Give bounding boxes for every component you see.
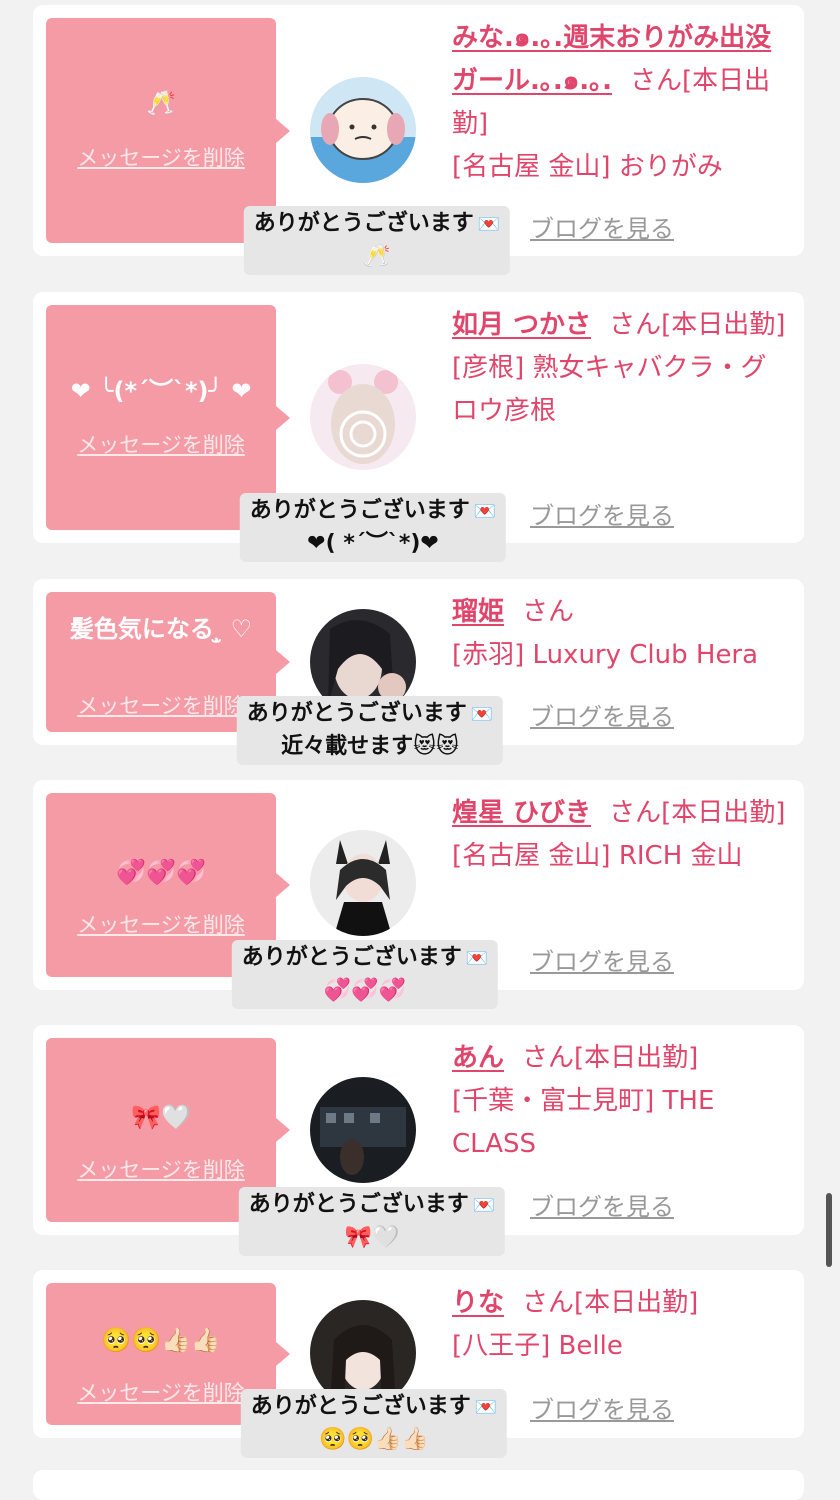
message-bubble: 🥂 メッセージを削除 [46, 18, 290, 243]
shop-text: [赤羽] Luxury Club Hera [452, 640, 759, 670]
view-blog-link[interactable]: ブログを見る [530, 1187, 674, 1222]
message-card [33, 1470, 804, 1500]
cast-name-link[interactable]: りな [452, 1288, 504, 1318]
view-blog-link[interactable]: ブログを見る [530, 496, 674, 531]
avatar[interactable] [310, 830, 416, 936]
avatar[interactable] [310, 77, 416, 183]
cast-info: みな.๑.｡.週末おりがみ出没ガール.｡.๑.｡. さん[本日出勤] [名古屋 金… [452, 17, 786, 189]
toast-label: ありがとうございます [253, 211, 474, 236]
view-blog-link[interactable]: ブログを見る [530, 697, 674, 732]
honorific: さん [522, 1288, 575, 1318]
toast-reaction: 🥺🥺👍🏻👍🏻 [319, 1427, 429, 1452]
toast-label: ありがとうございます [248, 1192, 469, 1217]
view-blog-link[interactable]: ブログを見る [530, 1390, 674, 1425]
toast-reaction: 近々載せます😻😻 [281, 734, 459, 759]
toast-reaction: 🎀🤍 [344, 1225, 400, 1250]
avatar[interactable] [310, 1077, 416, 1183]
scrollbar[interactable] [826, 1193, 832, 1267]
message-text: 🎀🤍 [131, 1103, 191, 1131]
reply-toast: ありがとうございます 💌 近々載せます😻😻 [236, 696, 504, 765]
cast-info: 瑠姫 さん [赤羽] Luxury Club Hera [452, 591, 786, 677]
cast-info: りな さん[本日出勤] [八王子] Belle [452, 1282, 786, 1368]
page: { "toast_label": "ありがとうございます", "delete_l… [0, 0, 840, 1500]
toast-reaction: ❤︎( *´︶`*)❤︎ [307, 531, 439, 556]
honorific: さん [522, 597, 575, 627]
envelope-heart-icon: 💌 [470, 704, 494, 725]
shop-text: [彦根] 熟女キャバクラ・グロウ彦根 [452, 353, 767, 426]
message-text: 🥺🥺👍🏻👍🏻 [101, 1326, 221, 1354]
cast-name-link[interactable]: 瑠姫 [452, 597, 504, 627]
delete-message-link[interactable]: メッセージを削除 [46, 429, 276, 459]
toast-label: ありがとうございます [241, 945, 462, 970]
reply-toast: ありがとうございます 💌 🥂 [243, 206, 511, 275]
envelope-heart-icon: 💌 [472, 1195, 496, 1216]
toast-reaction: 💞💞💞 [323, 978, 407, 1003]
honorific: さん [609, 798, 662, 828]
message-text: 💞💞💞 [116, 858, 206, 886]
shop-text: [名古屋 金山] RICH 金山 [452, 841, 743, 871]
reply-toast: ありがとうございます 💌 ❤︎( *´︶`*)❤︎ [239, 493, 507, 562]
toast-label: ありがとうございます [249, 498, 470, 523]
delete-message-link[interactable]: メッセージを削除 [46, 142, 276, 172]
view-blog-link[interactable]: ブログを見る [530, 209, 674, 244]
delete-message-link[interactable]: メッセージを削除 [46, 1154, 276, 1184]
toast-reaction: 🥂 [363, 244, 391, 269]
reply-toast: ありがとうございます 💌 🥺🥺👍🏻👍🏻 [240, 1389, 508, 1458]
envelope-heart-icon: 💌 [473, 501, 497, 522]
shop-text: [名古屋 金山] おりがみ [452, 152, 723, 182]
cast-info: 如月 つかさ さん[本日出勤] [彦根] 熟女キャバクラ・グロウ彦根 [452, 304, 786, 433]
envelope-heart-icon: 💌 [474, 1397, 498, 1418]
honorific: さん [609, 310, 662, 340]
honorific: さん [630, 66, 683, 96]
delete-message-link[interactable]: メッセージを削除 [46, 909, 276, 939]
reply-toast: ありがとうございます 💌 💞💞💞 [231, 940, 499, 1009]
envelope-heart-icon: 💌 [477, 214, 501, 235]
status-text: [本日出勤] [661, 310, 786, 340]
message-text: 🥂 [146, 89, 176, 117]
toast-label: ありがとうございます [250, 1394, 471, 1419]
view-blog-link[interactable]: ブログを見る [530, 942, 674, 977]
status-text: [本日出勤] [574, 1288, 699, 1318]
message-text: ❤︎ ╰(*´︶`*)╯ ❤︎ [70, 377, 252, 405]
cast-name-link[interactable]: あん [452, 1043, 504, 1073]
status-text: [本日出勤] [574, 1043, 699, 1073]
message-text: 髪色気になる ̹̫̹ ♡ [69, 615, 253, 643]
cast-name-link[interactable]: 如月 つかさ [452, 310, 591, 340]
shop-text: [八王子] Belle [452, 1331, 623, 1361]
avatar[interactable] [310, 364, 416, 470]
reply-toast: ありがとうございます 💌 🎀🤍 [238, 1187, 506, 1256]
envelope-heart-icon: 💌 [465, 948, 489, 969]
honorific: さん [522, 1043, 575, 1073]
cast-info: あん さん[本日出勤] [千葉・富士見町] THE CLASS [452, 1037, 786, 1166]
cast-info: 煌星 ひびき さん[本日出勤] [名古屋 金山] RICH 金山 [452, 792, 786, 878]
shop-text: [千葉・富士見町] THE CLASS [452, 1086, 715, 1159]
status-text: [本日出勤] [661, 798, 786, 828]
toast-label: ありがとうございます [246, 701, 467, 726]
cast-name-link[interactable]: 煌星 ひびき [452, 798, 591, 828]
